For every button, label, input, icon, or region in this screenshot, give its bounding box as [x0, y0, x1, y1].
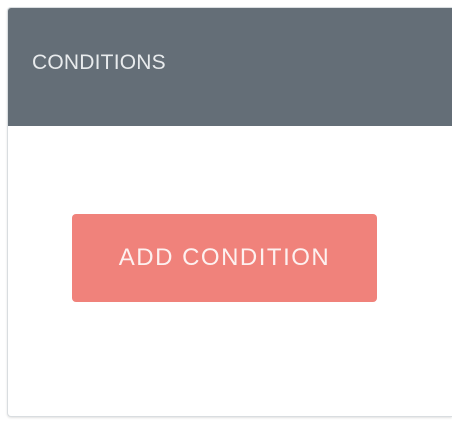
add-condition-label: ADD CONDITION — [118, 244, 331, 271]
add-condition-button[interactable]: ADD CONDITION — [72, 214, 377, 302]
conditions-panel: CONDITIONS ADD CONDITION — [7, 7, 452, 417]
panel-title: CONDITIONS — [32, 51, 166, 74]
panel-header: CONDITIONS — [8, 8, 452, 126]
